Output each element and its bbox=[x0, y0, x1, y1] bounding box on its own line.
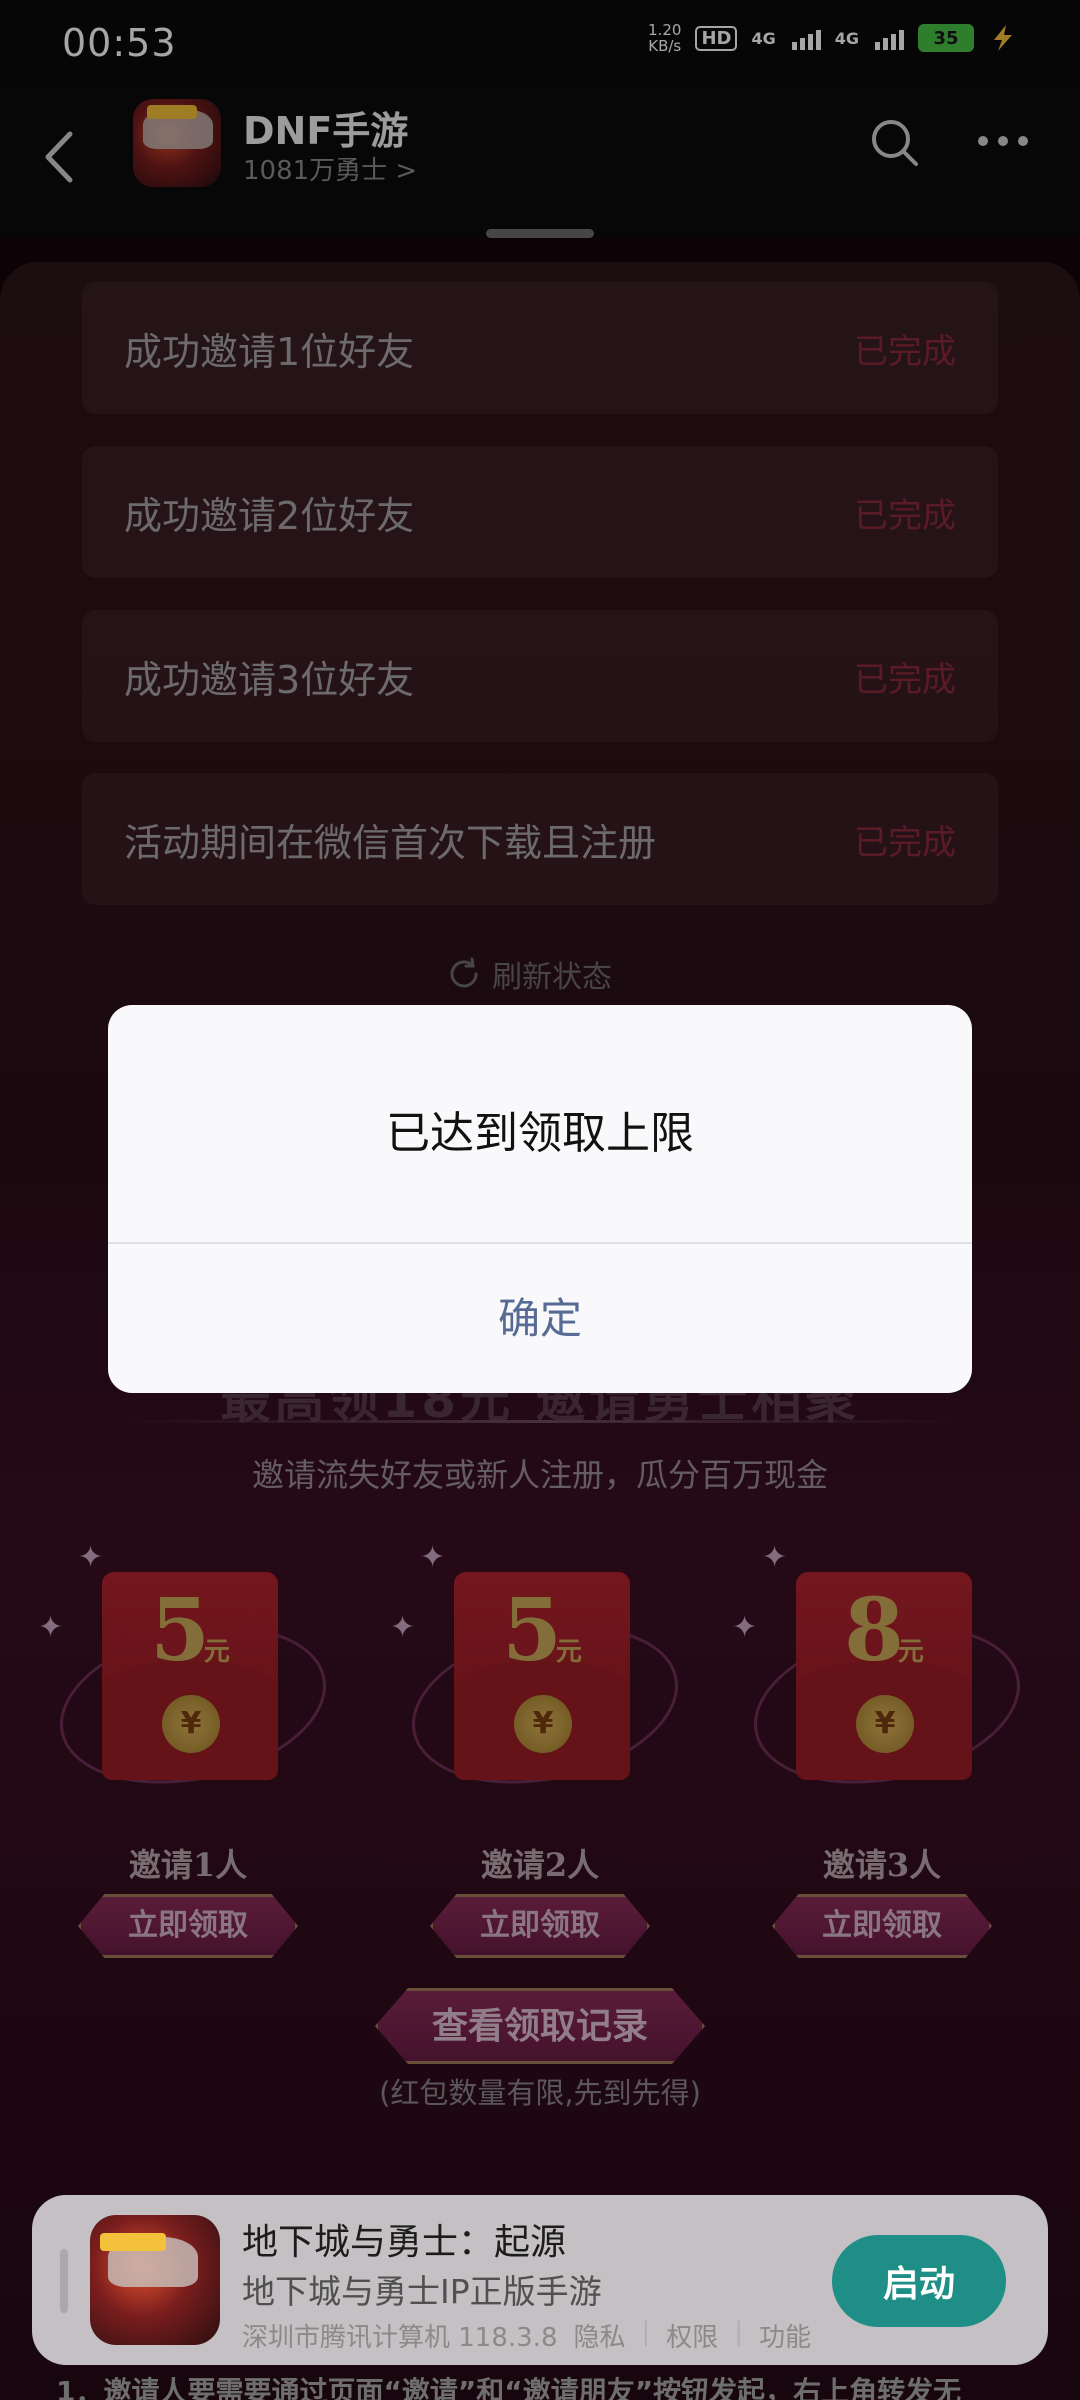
confirm-button[interactable]: 确定 bbox=[108, 1244, 972, 1393]
icon-badge bbox=[100, 2233, 166, 2251]
game-description: 地下城与勇士IP正版手游 bbox=[242, 2272, 602, 2311]
features-link[interactable]: 功能 bbox=[759, 2317, 811, 2354]
launch-button[interactable]: 启动 bbox=[832, 2235, 1006, 2327]
meta-separator: | bbox=[734, 2317, 744, 2347]
permissions-link[interactable]: 权限 bbox=[666, 2317, 718, 2354]
dialog-message: 已达到领取上限 bbox=[386, 1108, 694, 1159]
alert-dialog: 已达到领取上限 确定 bbox=[108, 1005, 972, 1393]
developer-info: 深圳市腾讯计算机 118.3.8 bbox=[242, 2323, 558, 2353]
meta-separator: | bbox=[641, 2317, 651, 2347]
privacy-link[interactable]: 隐私 bbox=[574, 2317, 626, 2354]
game-title: 地下城与勇士：起源 bbox=[242, 2222, 567, 2263]
card-drag-handle[interactable] bbox=[60, 2249, 68, 2313]
game-icon bbox=[90, 2215, 220, 2345]
app-launch-card[interactable]: 地下城与勇士：起源 地下城与勇士IP正版手游 深圳市腾讯计算机 118.3.8 … bbox=[32, 2195, 1048, 2365]
game-meta: 深圳市腾讯计算机 118.3.8 隐私 | 权限 | 功能 bbox=[242, 2317, 811, 2354]
